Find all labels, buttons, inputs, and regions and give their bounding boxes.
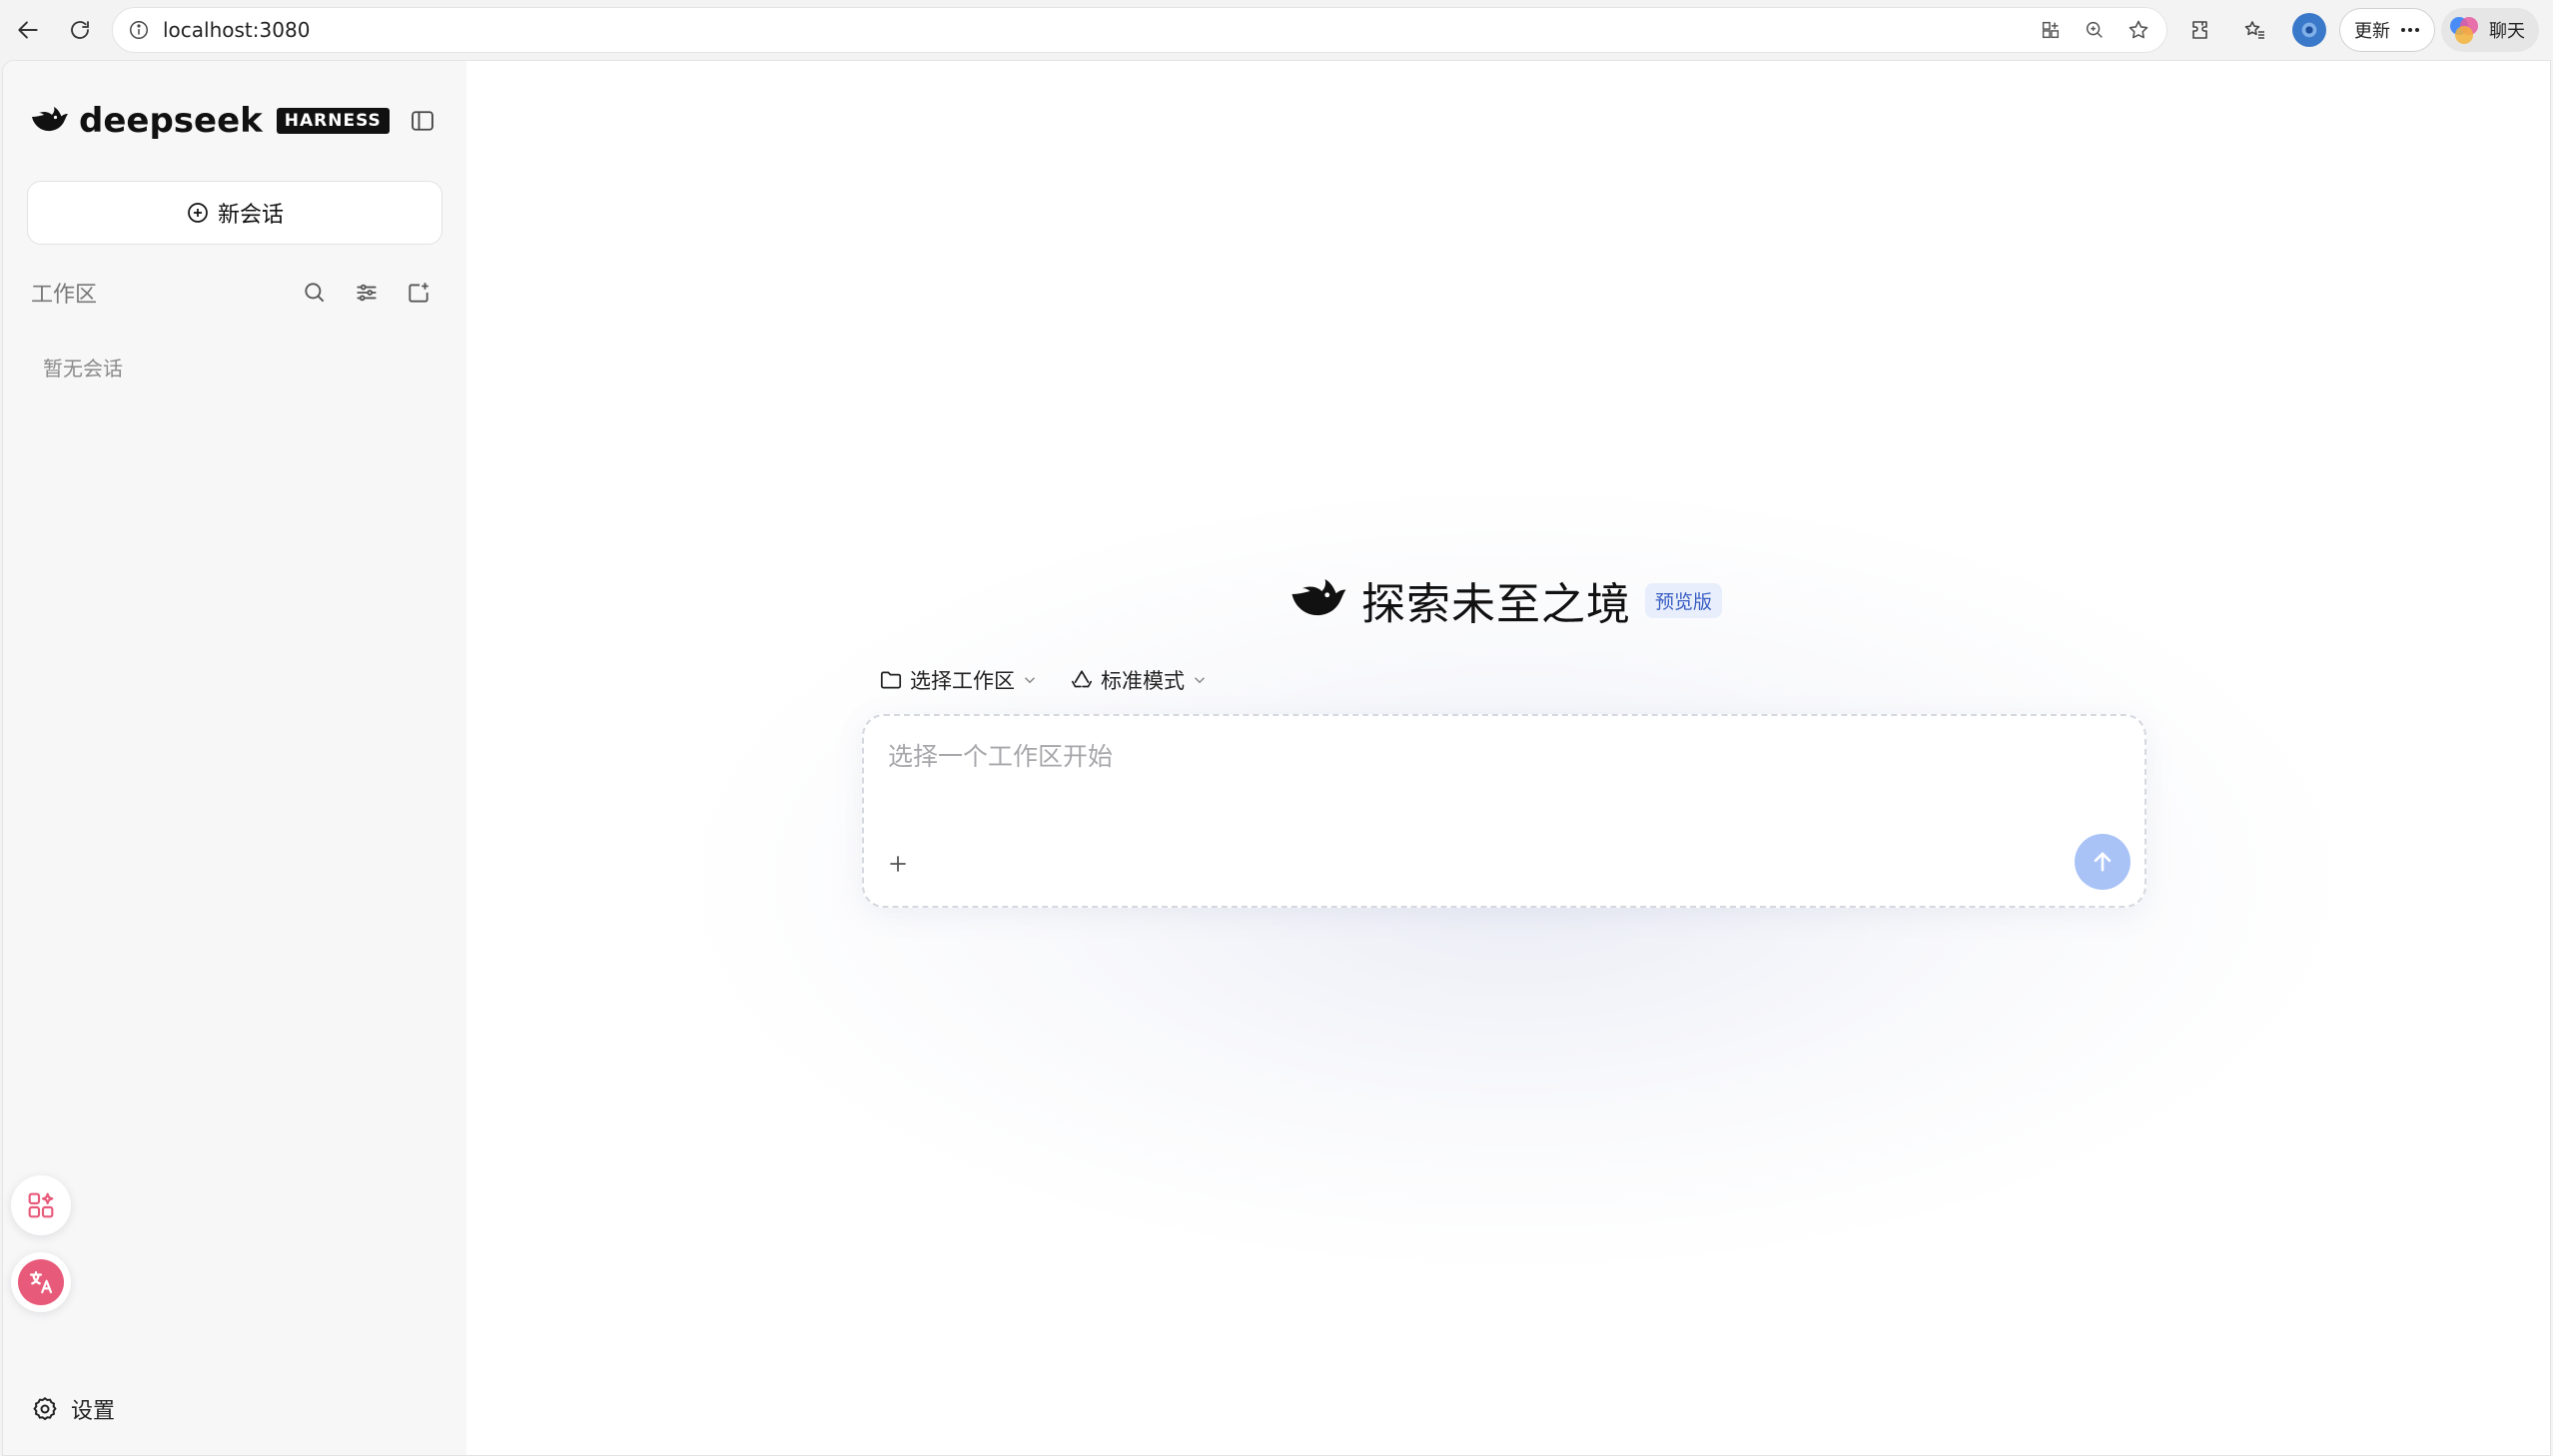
browser-chrome: localhost:3080 更新 聊天: [0, 0, 2553, 60]
extensions-icon[interactable]: [2177, 6, 2225, 54]
translate-icon: [29, 1270, 53, 1294]
composer-toolbar: 选择工作区 标准模式: [878, 658, 1209, 702]
send-button[interactable]: [2075, 834, 2130, 890]
preview-badge: 预览版: [1645, 582, 1723, 618]
sliders-icon: [357, 284, 377, 302]
apps-sparkle-button[interactable]: [11, 1175, 71, 1235]
folder-plus-icon: [409, 283, 428, 303]
brand-logo[interactable]: deepseek HARNESS: [29, 101, 390, 141]
reload-icon: [71, 21, 89, 39]
chevron-down-icon: [1194, 677, 1206, 684]
mode-select-label: 标准模式: [1101, 669, 1185, 693]
search-icon: [305, 283, 325, 303]
whale-logo-icon: [32, 107, 68, 132]
hero-header: 探索未至之境 预览版: [1287, 560, 1723, 640]
plus-circle-icon: [188, 203, 208, 223]
whale-logo-icon: [1291, 579, 1346, 616]
message-input[interactable]: [888, 736, 2087, 776]
arrow-left-icon: [18, 21, 38, 39]
address-bar[interactable]: localhost:3080: [112, 7, 2167, 53]
mode-select[interactable]: 标准模式: [1069, 665, 1209, 695]
back-button[interactable]: [2, 4, 54, 56]
workspace-select-label: 选择工作区: [910, 669, 1015, 693]
translate-button[interactable]: [11, 1252, 71, 1312]
new-chat-button[interactable]: 新会话: [27, 181, 442, 245]
hero-title: 探索未至之境: [1361, 579, 1631, 630]
collapse-sidebar-button[interactable]: [405, 103, 440, 139]
new-chat-label: 新会话: [217, 203, 284, 228]
new-workspace-button[interactable]: [401, 275, 436, 311]
folder-icon: [880, 671, 902, 689]
sidebar-panel-icon: [412, 111, 433, 131]
favorites-list-icon[interactable]: [2231, 6, 2279, 54]
more-dots-icon: [2401, 28, 2419, 32]
workspace-header: 工作区: [31, 273, 446, 313]
plus-icon: [890, 856, 906, 872]
message-composer: [862, 714, 2146, 908]
settings-button[interactable]: 设置: [31, 1393, 115, 1425]
copilot-chat-button[interactable]: 聊天: [2441, 8, 2539, 52]
chat-label: 聊天: [2489, 21, 2525, 42]
attach-button[interactable]: [878, 844, 918, 884]
app-window: deepseek HARNESS 新会话 工作区 暂无会话 设置 探索未至之境 …: [2, 60, 2551, 1456]
arrow-up-icon: [2094, 852, 2112, 872]
gear-icon: [33, 1397, 57, 1421]
workspace-select[interactable]: 选择工作区: [878, 665, 1039, 695]
update-button[interactable]: 更新: [2339, 8, 2435, 52]
zoom-icon[interactable]: [2075, 10, 2115, 50]
favorite-star-icon[interactable]: [2119, 10, 2158, 50]
workspace-label: 工作区: [31, 283, 98, 308]
address-url[interactable]: localhost:3080: [163, 18, 310, 42]
main-content: 探索未至之境 预览版 选择工作区 标准模式: [466, 61, 2550, 1455]
profile-icon[interactable]: [2285, 6, 2333, 54]
update-label: 更新: [2354, 21, 2390, 42]
site-info-icon[interactable]: [117, 8, 161, 52]
empty-conversations-text: 暂无会话: [43, 357, 123, 380]
copilot-icon: [2450, 17, 2478, 44]
app-available-icon[interactable]: [2031, 10, 2071, 50]
chevron-down-icon: [1024, 677, 1036, 684]
apps-sparkle-icon: [28, 1192, 54, 1218]
brand-tag: HARNESS: [276, 108, 390, 134]
reload-button[interactable]: [54, 4, 106, 56]
search-button[interactable]: [297, 275, 333, 311]
filter-button[interactable]: [349, 275, 385, 311]
settings-label: 设置: [71, 1399, 116, 1424]
sidebar: deepseek HARNESS 新会话 工作区 暂无会话 设置: [3, 61, 466, 1455]
brand-word: deepseek: [79, 101, 263, 141]
mode-cycle-icon: [1071, 670, 1093, 688]
